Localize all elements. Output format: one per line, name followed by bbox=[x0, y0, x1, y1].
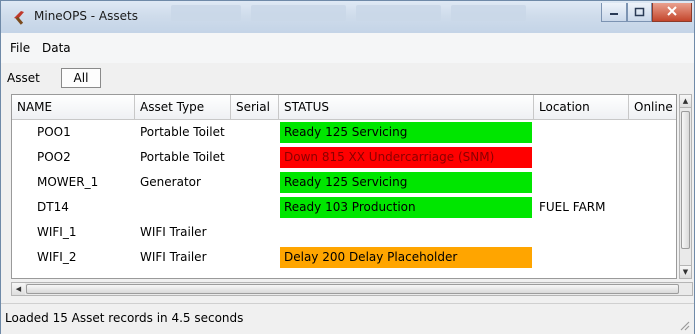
cell-asset-type: Portable Toilet bbox=[140, 150, 225, 164]
maximize-button[interactable] bbox=[627, 3, 652, 22]
app-window: MineOPS - Assets File Data Asset All NAM… bbox=[0, 0, 695, 334]
cell-location bbox=[539, 145, 627, 170]
menu-file[interactable]: File bbox=[10, 41, 30, 55]
scroll-up-arrow-icon[interactable]: ▲ bbox=[680, 95, 691, 108]
asset-filter-all-button[interactable]: All bbox=[61, 68, 101, 88]
column-header-asset-type[interactable]: Asset Type bbox=[135, 95, 231, 120]
assets-grid: NAME Asset Type Serial STATUS Location O… bbox=[11, 94, 677, 279]
table-row[interactable]: POO2 Portable Toilet Down 815 XX Undercarr… bbox=[12, 145, 676, 170]
table-row[interactable]: MOWER_1 Generator Ready 125 Servicing bbox=[12, 170, 676, 195]
blurred-taskbar-item bbox=[251, 5, 346, 21]
cell-status: Down 815 XX Undercarriage (SNM) bbox=[280, 147, 532, 168]
cell-asset-type bbox=[140, 195, 230, 220]
cell-asset-type: WIFI Trailer bbox=[140, 225, 207, 239]
cell-location bbox=[539, 245, 627, 270]
cell-serial bbox=[236, 145, 276, 170]
asset-toolbar: Asset All bbox=[1, 63, 694, 93]
close-button[interactable] bbox=[652, 3, 692, 22]
minimize-button[interactable] bbox=[601, 3, 627, 22]
column-header-status[interactable]: STATUS bbox=[279, 95, 534, 120]
blurred-taskbar-item bbox=[451, 5, 526, 21]
grid-header: NAME Asset Type Serial STATUS Location O… bbox=[12, 95, 676, 120]
table-row[interactable]: POO1 Portable Toilet Ready 125 Servicing bbox=[12, 120, 676, 145]
cell-name: MOWER_1 bbox=[37, 175, 99, 189]
scroll-left-arrow-icon[interactable]: ◀ bbox=[12, 283, 25, 295]
cell-status: Ready 103 Production bbox=[280, 197, 532, 218]
title-bar[interactable]: MineOPS - Assets bbox=[1, 1, 694, 33]
column-header-serial[interactable]: Serial bbox=[231, 95, 279, 120]
horizontal-scroll-thumb[interactable] bbox=[26, 284, 679, 294]
cell-serial bbox=[236, 220, 276, 245]
column-header-online[interactable]: Online bbox=[629, 95, 676, 120]
cell-location bbox=[539, 170, 627, 195]
cell-location: FUEL FARM bbox=[539, 200, 606, 214]
cell-name: WIFI_1 bbox=[37, 225, 77, 239]
vertical-scrollbar[interactable]: ▲ ▼ bbox=[679, 94, 692, 279]
menu-data[interactable]: Data bbox=[42, 41, 71, 55]
scroll-down-arrow-icon[interactable]: ▼ bbox=[680, 265, 691, 278]
status-bar: Loaded 15 Asset records in 4.5 seconds bbox=[1, 303, 694, 334]
cell-serial bbox=[236, 170, 276, 195]
minimize-icon bbox=[610, 13, 618, 15]
cell-location bbox=[539, 220, 627, 245]
maximize-icon bbox=[634, 7, 645, 17]
cell-online bbox=[634, 195, 676, 220]
cell-serial bbox=[236, 120, 276, 145]
pickaxe-icon bbox=[14, 11, 24, 25]
window-title: MineOPS - Assets bbox=[34, 9, 138, 23]
cell-online bbox=[634, 170, 676, 195]
status-message: Loaded 15 Asset records in 4.5 seconds bbox=[5, 311, 244, 325]
cell-online bbox=[634, 120, 676, 145]
table-row[interactable]: WIFI_1 WIFI Trailer bbox=[12, 220, 676, 245]
vertical-scroll-thumb[interactable] bbox=[681, 111, 690, 249]
cell-name: POO1 bbox=[37, 125, 71, 139]
column-header-location[interactable]: Location bbox=[534, 95, 629, 120]
close-icon bbox=[667, 6, 677, 16]
cell-asset-type: Portable Toilet bbox=[140, 125, 225, 139]
cell-online bbox=[634, 145, 676, 170]
cell-status: Ready 125 Servicing bbox=[280, 122, 532, 143]
cell-serial bbox=[236, 245, 276, 270]
cell-name: POO2 bbox=[37, 150, 71, 164]
table-row[interactable]: DT14 FUEL FARM Ready 103 Production bbox=[12, 195, 676, 220]
resize-grip-icon[interactable] bbox=[678, 319, 690, 331]
cell-status: Delay 200 Delay Placeholder bbox=[280, 247, 532, 268]
cell-asset-type: Generator bbox=[140, 175, 201, 189]
cell-location bbox=[539, 120, 627, 145]
column-header-name[interactable]: NAME bbox=[12, 95, 135, 120]
cell-name: DT14 bbox=[37, 200, 69, 214]
cell-asset-type: WIFI Trailer bbox=[140, 250, 207, 264]
cell-serial bbox=[236, 195, 276, 220]
horizontal-scrollbar[interactable]: ◀ bbox=[11, 282, 693, 296]
cell-status: Ready 125 Servicing bbox=[280, 172, 532, 193]
table-row[interactable]: WIFI_2 WIFI Trailer Delay 200 Delay Placeh… bbox=[12, 245, 676, 270]
cell-online bbox=[634, 220, 676, 245]
menu-bar: File Data bbox=[1, 33, 694, 64]
cell-name: WIFI_2 bbox=[37, 250, 77, 264]
blurred-taskbar-item bbox=[171, 5, 241, 21]
blurred-taskbar-item bbox=[356, 5, 441, 21]
cell-status bbox=[280, 222, 532, 243]
cell-online bbox=[634, 245, 676, 270]
asset-label: Asset bbox=[7, 71, 40, 85]
